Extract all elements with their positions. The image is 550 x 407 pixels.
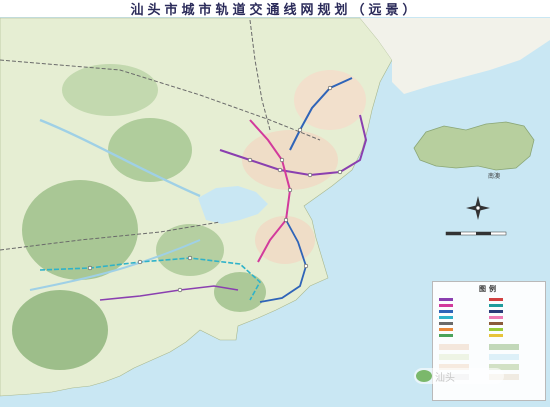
legend-swatch-cyan [439,316,453,319]
forest-patch [156,224,224,276]
legend-swatch-lime [489,328,503,331]
watermark-text: 汕头 [435,373,455,384]
legend-swatch-brown [489,322,503,325]
forest-patch [214,272,266,312]
legend-swatch-forest [489,344,519,350]
legend-swatch-navy [489,310,503,313]
legend-swatch-orange [439,328,453,331]
legend-swatch-green [439,334,453,337]
legend-swatch-pink [489,316,503,319]
legend-title: 图例 [479,285,499,293]
legend-swatch-red [489,298,503,301]
urban-area [255,216,315,264]
forest-patch [12,290,108,370]
map-title-bar: 汕头市城市轨道交通线网规划（远景） [0,0,550,18]
legend-swatch-water [489,354,519,360]
legend-swatch-yellow [489,334,503,337]
legend-swatch-land [439,354,469,360]
map-frame: 汕头市城市轨道交通线网规划（远景） 南澳 图例 汕头 [0,0,550,407]
legend-swatch-purple [439,298,453,301]
scale-bar-icon [445,231,507,236]
legend-swatch-grey [439,322,453,325]
map-title: 汕头市城市轨道交通线网规划（远景） [130,3,420,18]
urban-area [242,130,338,190]
forest-patch [62,64,158,116]
legend-swatch-magenta [439,304,453,307]
wechat-logo-icon [416,370,432,382]
legend-swatch-urban [439,344,469,350]
island-label: 南澳 [488,173,501,180]
legend-swatch-teal [489,304,503,307]
legend-swatch-blue [439,310,453,313]
wechat-watermark: 汕头 [414,368,504,384]
